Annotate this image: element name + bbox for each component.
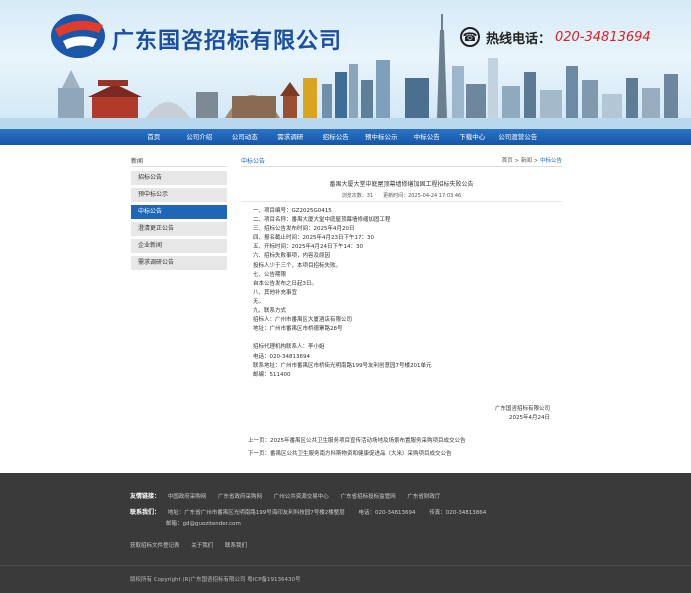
- next-label: 下一页：: [248, 451, 271, 457]
- breadcrumb-sep: >: [512, 158, 521, 164]
- nav-news[interactable]: 公司动态: [222, 129, 268, 145]
- sidebar-title: 新闻: [131, 158, 144, 165]
- section-title: 中标公告: [241, 158, 266, 165]
- footer-divider: [0, 565, 691, 566]
- nav-award[interactable]: 中标公告: [404, 129, 450, 145]
- hotline-number: 020-34813694: [555, 29, 651, 45]
- breadcrumb-parent[interactable]: 新闻: [521, 158, 532, 164]
- sidebar-item-research[interactable]: 需求调研公告: [131, 256, 227, 270]
- signature-date: 2025年4月24日: [509, 415, 550, 421]
- site-footer: 友情链接： 中国政府采购网 广东省政府采购网 广州公共资源交易中心 广东省招标投…: [0, 473, 691, 593]
- article-line: 自本公告发布之日起3日。: [253, 280, 318, 287]
- article-line: [253, 334, 553, 343]
- main-nav: 首页 公司介绍 公司动态 需求调研 招标公告 预中标公示 中标公告 下载中心 公…: [0, 129, 691, 145]
- prev-label: 上一页：: [248, 438, 271, 444]
- friend-links-label: 友情链接：: [130, 493, 161, 500]
- footer-email: 邮箱：gd@guozitender.com: [166, 521, 241, 527]
- footer-link[interactable]: 广东省财政厅: [407, 494, 440, 500]
- article-signature: 广东国咨招标有限公司 2025年4月24日: [495, 405, 550, 423]
- footer-phone: 电话：020-34813694: [358, 510, 416, 516]
- nav-research[interactable]: 需求调研: [268, 129, 314, 145]
- article-line: 五、开标时间：2025年4月24日下午14：30: [253, 244, 363, 251]
- breadcrumb-sep: >: [531, 158, 540, 164]
- main-divider: [241, 166, 562, 167]
- article-line: 联系地址：广州市番禺区市桥街光明南路199号友利创意园7号楼201单元: [253, 362, 432, 369]
- article-divider: [241, 201, 562, 202]
- article-line: 八、其他补充事宜: [253, 289, 298, 296]
- company-logo-icon: [51, 14, 105, 58]
- article-line: 无。: [253, 298, 265, 305]
- footer-link-contact[interactable]: 联系我们: [225, 543, 247, 549]
- sidebar-item-clarification[interactable]: 澄清更正公告: [131, 222, 227, 236]
- article-line: 招标人：广州市番禺区大厦酒店有限公司: [253, 317, 353, 324]
- hotline: ☎ 热线电话： 020-34813694: [460, 26, 651, 48]
- sidebar-item-company-news[interactable]: 企业新闻: [131, 239, 227, 253]
- article-body: 一、项目编号：GZ2025G0415 二、项目名称：番禺大厦大堂中庭屋顶幕墙修缮…: [253, 207, 553, 380]
- nav-downloads[interactable]: 下载中心: [450, 129, 496, 145]
- breadcrumb-current[interactable]: 中标公告: [540, 158, 562, 164]
- signature-company: 广东国咨招标有限公司: [494, 406, 550, 412]
- sidebar-divider: [131, 166, 227, 167]
- footer-link[interactable]: 广东省政府采购网: [218, 494, 262, 500]
- sidebar-item-award[interactable]: 中标公告: [131, 205, 227, 219]
- friend-links: 友情链接： 中国政府采购网 广东省政府采购网 广州公共资源交易中心 广东省招标投…: [130, 491, 450, 500]
- footer-link[interactable]: 广东省招标投标监管网: [341, 494, 396, 500]
- prev-article-link[interactable]: 2025年番禺区公共卫生服务项目宣传活动场地及场景布置服务采购项目成交公告: [270, 438, 466, 444]
- footer-link-about[interactable]: 关于我们: [191, 543, 213, 549]
- sidebar-item-tender[interactable]: 招标公告: [131, 171, 227, 185]
- nav-notices[interactable]: 公司渡营公告: [495, 129, 541, 145]
- article-line: 一、项目编号：GZ2025G0415: [253, 208, 332, 214]
- nav-tender[interactable]: 招标公告: [313, 129, 359, 145]
- sidebar-menu: 招标公告 预中标公示 中标公告 澄清更正公告 企业新闻 需求调研公告: [131, 171, 227, 273]
- next-article: 下一页：番禺区公共卫生服务南方科斯物资和健康促进品（大米）采购项目成交公告: [248, 449, 452, 457]
- breadcrumb-home[interactable]: 首页: [502, 158, 513, 164]
- hotline-label: 热线电话：: [486, 31, 552, 47]
- phone-icon: ☎: [460, 27, 480, 47]
- next-article-link[interactable]: 番禺区公共卫生服务南方科斯物资和健康促进品（大米）采购项目成交公告: [270, 451, 452, 457]
- prev-article: 上一页：2025年番禺区公共卫生服务项目宣传活动场地及场景布置服务采购项目成交公…: [248, 436, 466, 444]
- sidebar-item-pre-award[interactable]: 预中标公示: [131, 188, 227, 202]
- article-line: 四、报名截止时间：2025年4月23日下午17：30: [253, 235, 374, 242]
- company-name: 广东国咨招标有限公司: [112, 29, 343, 54]
- nav-about[interactable]: 公司介绍: [177, 129, 223, 145]
- bottom-links: 获取招标文件登记表 关于我们 联系我们: [130, 541, 257, 549]
- breadcrumb: 首页 > 新闻 > 中标公告: [502, 156, 562, 164]
- article-line: 二、项目名称：番禺大厦大堂中庭屋顶幕墙修缮加固工程: [253, 217, 391, 224]
- article-line: 投标人少于三个，本项目招标失败。: [253, 262, 342, 269]
- site-header: 广东国咨招标有限公司 ☎ 热线电话： 020-34813694: [0, 0, 691, 129]
- article-line: 三、招标公告发布时间：2025年4月20日: [253, 226, 355, 233]
- article-line: 地址：广州市番禺区市桥德寨路28号: [253, 326, 343, 333]
- footer-address: 地址：广东省广州市番禺区光明南路199号海印友利科技园7号楼2楼整层: [167, 510, 345, 516]
- nav-pre-award[interactable]: 预中标公示: [359, 129, 405, 145]
- copyright: 版权所有 Copyright (R)广东国咨招标有限公司 粤ICP备191364…: [130, 577, 301, 583]
- article-line: 招标代理机构联系人：李小姐: [253, 344, 325, 351]
- article-title: 番禺大厦大堂中庭屋顶幕墙修缮加固工程招标失败公告: [329, 181, 474, 188]
- article-line: 电话：020-34813694: [253, 353, 310, 360]
- contact-row: 联系我们： 地址：广东省广州市番禺区光明南路199号海印友利科技园7号楼2楼整层…: [130, 507, 498, 516]
- footer-link[interactable]: 中国政府采购网: [168, 494, 207, 500]
- email-row: 邮箱：gd@guozitender.com: [166, 519, 253, 527]
- article-line: 六、招标失败事项，内容及原因: [253, 253, 331, 260]
- article-line: 七、公告期限: [253, 271, 287, 278]
- article-line: 九、联系方式: [253, 308, 287, 315]
- article-meta: 浏览次数：31 更新时间：2025-04-24 17:03:46: [341, 193, 462, 199]
- contact-label: 联系我们：: [130, 509, 161, 516]
- footer-fax: 传真：020-34813864: [429, 510, 487, 516]
- article-line: 邮编：511400: [253, 371, 291, 378]
- footer-link-register[interactable]: 获取招标文件登记表: [130, 543, 180, 549]
- footer-link[interactable]: 广州公共资源交易中心: [274, 494, 329, 500]
- nav-home[interactable]: 首页: [131, 129, 177, 145]
